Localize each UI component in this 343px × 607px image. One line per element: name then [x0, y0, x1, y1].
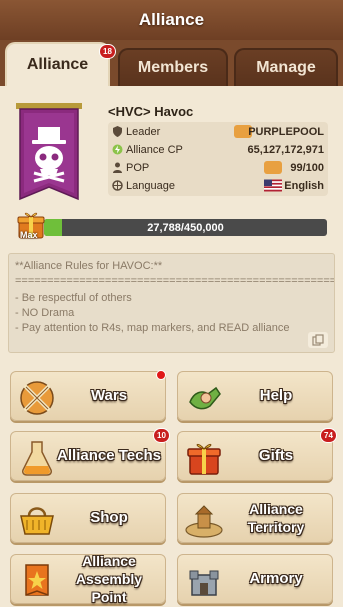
- tab-manage[interactable]: Manage: [234, 48, 338, 86]
- alliance-assembly-point-button[interactable]: Alliance Assembly Point: [10, 553, 166, 605]
- max-label: Max: [20, 230, 38, 240]
- wars-label: Wars: [90, 387, 128, 404]
- copy-icon: [312, 334, 324, 346]
- alliance-panel: <HVC> Havoc Leader PURPLEPOOL Alliance C…: [0, 86, 343, 607]
- rules-line: **Alliance Rules for HAVOC:**: [15, 260, 163, 272]
- page-title: Alliance: [138, 10, 205, 29]
- shop-button[interactable]: Shop: [10, 493, 166, 543]
- tab-members[interactable]: Members: [118, 48, 228, 86]
- tab-alliance-label: Alliance: [26, 56, 89, 73]
- alliance-rules-box[interactable]: **Alliance Rules for HAVOC:** ==========…: [8, 253, 335, 353]
- armory-button[interactable]: Armory: [177, 554, 333, 604]
- tab-alliance[interactable]: Alliance: [5, 42, 110, 86]
- wars-notification-dot: [156, 370, 166, 380]
- gifts-badge: 74: [320, 428, 337, 443]
- rules-line: - Be respectful of others: [15, 292, 132, 304]
- mail-icon[interactable]: [264, 161, 282, 174]
- flask-icon: [22, 441, 52, 476]
- help-label: Help: [259, 387, 293, 404]
- rules-line: - Pay attention to R4s, map markers, and…: [15, 322, 290, 334]
- alliance-info-box: Leader PURPLEPOOL Alliance CP 65,127,172…: [108, 122, 328, 196]
- rules-line: - NO Drama: [15, 307, 75, 319]
- tab-bar: Alliance 18 Members Manage: [0, 40, 343, 86]
- armory-icon: [189, 570, 219, 596]
- alliance-territory-button[interactable]: Alliance Territory: [177, 493, 333, 543]
- top-bar: Alliance: [0, 0, 343, 40]
- info-label-leader: Leader: [126, 126, 161, 138]
- us-flag-icon: [264, 179, 282, 192]
- basket-icon: [20, 507, 54, 535]
- language-value: English: [284, 180, 324, 192]
- alliance-techs-label: Alliance Techs: [57, 447, 161, 464]
- copy-rules-button[interactable]: [308, 332, 328, 348]
- alliance-level-progress: 27,788/450,000: [44, 219, 327, 236]
- shop-label: Shop: [90, 509, 128, 526]
- language-icon: [112, 180, 123, 191]
- tab-alliance-badge: 18: [99, 44, 116, 59]
- pop-value: 99/100: [290, 162, 324, 174]
- person-icon: [113, 162, 122, 173]
- gifts-button[interactable]: Gifts: [177, 431, 333, 481]
- handshake-icon: [189, 386, 221, 410]
- rules-line: ========================================…: [15, 275, 335, 287]
- info-label-cp: Alliance CP: [126, 144, 183, 156]
- power-icon: [112, 144, 123, 155]
- tab-manage-label: Manage: [256, 59, 316, 76]
- leader-name[interactable]: PURPLEPOOL: [248, 126, 324, 138]
- alliance-name: <HVC> Havoc: [108, 104, 194, 119]
- shield-icon: [113, 126, 122, 137]
- alliance-techs-button[interactable]: Alliance Techs: [10, 431, 166, 481]
- gift-box-icon: [187, 443, 221, 475]
- alliance-assembly-point-label: Alliance Assembly Point: [75, 553, 143, 605]
- wars-button[interactable]: Wars: [10, 371, 166, 421]
- tab-members-label: Members: [137, 59, 209, 76]
- info-row-cp: Alliance CP 65,127,172,971: [108, 142, 328, 160]
- help-button[interactable]: Help: [177, 371, 333, 421]
- crossed-swords-icon: [20, 381, 54, 415]
- info-row-language: Language English: [108, 178, 328, 196]
- info-row-leader: Leader PURPLEPOOL: [108, 124, 328, 142]
- armory-label: Armory: [249, 570, 303, 587]
- alliance-territory-label: Alliance Territory: [247, 501, 305, 535]
- progress-text: 27,788/450,000: [147, 221, 224, 234]
- info-label-language: Language: [126, 180, 175, 192]
- alliance-banner[interactable]: [16, 103, 82, 207]
- gifts-label: Gifts: [258, 447, 294, 464]
- territory-icon: [185, 505, 223, 538]
- alliance-cp-value: 65,127,172,971: [247, 144, 324, 156]
- info-label-pop: POP: [126, 162, 150, 174]
- info-row-pop: POP 99/100: [108, 160, 328, 178]
- assembly-flag-icon: [25, 564, 49, 596]
- alliance-techs-badge: 10: [153, 428, 170, 443]
